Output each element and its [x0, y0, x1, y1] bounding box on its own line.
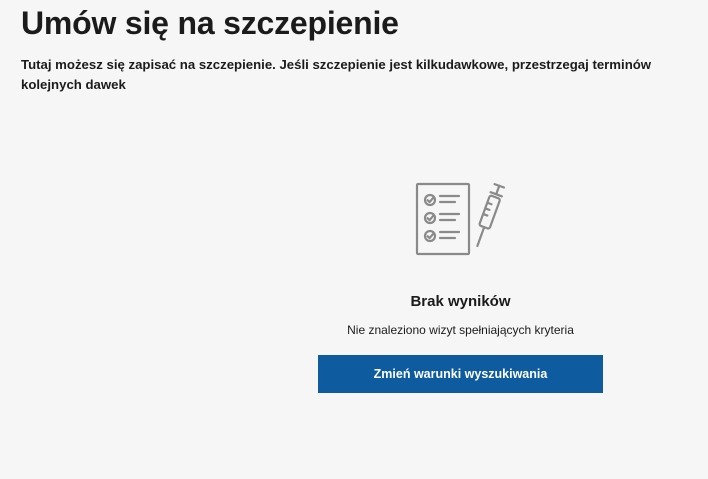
- no-results-title: Brak wyników: [410, 293, 511, 310]
- empty-state: Brak wyników Nie znaleziono wizyt spełni…: [318, 180, 603, 393]
- page-description: Tutaj możesz się zapisać na szczepienie.…: [21, 57, 652, 92]
- page-title: Umów się na szczepienie: [21, 5, 399, 41]
- change-search-criteria-button[interactable]: Zmień warunki wyszukiwania: [318, 355, 603, 393]
- no-results-message: Nie znaleziono wizyt spełniających kryte…: [347, 323, 574, 337]
- checklist-syringe-icon: [415, 182, 505, 256]
